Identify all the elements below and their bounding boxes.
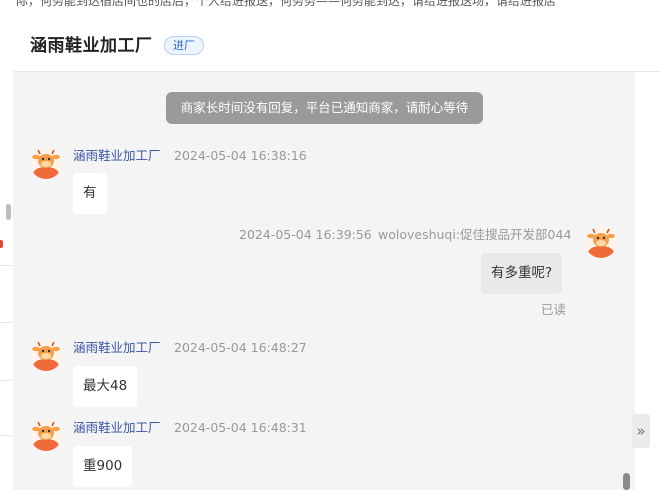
background-page-left-edge bbox=[0, 22, 13, 490]
background-divider bbox=[0, 265, 12, 266]
page: 际，何务能到达宿店间也的店后，个人给进报送，何务务——何务能到达，请给进报送场，… bbox=[0, 0, 660, 490]
cartoon-cow-icon[interactable] bbox=[30, 147, 62, 179]
message-sender[interactable]: 涵雨鞋业加工厂 bbox=[73, 340, 161, 356]
background-divider bbox=[0, 435, 12, 436]
system-notice: 商家长时间没有回复，平台已通知商家，请耐心等待 bbox=[166, 92, 483, 124]
background-page-text: 际，何务能到达宿店间也的店后，个人给进报送，何务务——何务能到达，请给进报送场，… bbox=[16, 0, 557, 8]
scrollbar-thumb[interactable] bbox=[623, 473, 630, 490]
background-divider bbox=[0, 380, 12, 381]
cartoon-cow-icon[interactable] bbox=[30, 339, 62, 371]
double-chevron-right-icon[interactable]: » bbox=[632, 414, 650, 448]
background-divider bbox=[0, 322, 12, 323]
message-bubble[interactable]: 重900 bbox=[73, 446, 133, 487]
chat-window: 涵雨鞋业加工厂 进厂 商家长时间没有回复，平台已通知商家，请耐心等待 涵雨鞋业加… bbox=[13, 20, 660, 490]
message-sender[interactable]: 涵雨鞋业加工厂 bbox=[73, 420, 161, 436]
message-list[interactable]: 商家长时间没有回复，平台已通知商家，请耐心等待 涵雨鞋业加工厂 2024-05-… bbox=[13, 72, 635, 490]
message-timestamp: 2024-05-04 16:48:31 bbox=[174, 420, 307, 435]
cartoon-cow-icon[interactable] bbox=[585, 226, 617, 258]
message-bubble[interactable]: 最大48 bbox=[73, 366, 138, 407]
read-status: 已读 bbox=[541, 302, 567, 317]
message-sender[interactable]: 涵雨鞋业加工厂 bbox=[73, 148, 161, 164]
enter-shop-button[interactable]: 进厂 bbox=[164, 36, 204, 55]
background-marker bbox=[0, 240, 3, 248]
message-bubble[interactable]: 有 bbox=[73, 173, 107, 214]
message-timestamp: 2024-05-04 16:39:56 bbox=[239, 227, 372, 242]
shop-name-title: 涵雨鞋业加工厂 bbox=[30, 36, 153, 56]
background-scroll-thumb[interactable] bbox=[6, 204, 11, 220]
message-timestamp: 2024-05-04 16:48:27 bbox=[174, 340, 307, 355]
cartoon-cow-icon[interactable] bbox=[30, 419, 62, 451]
background-page-strip: 际，何务能到达宿店间也的店后，个人给进报送，何务务——何务能到达，请给进报送场，… bbox=[0, 0, 660, 22]
chat-header: 涵雨鞋业加工厂 进厂 bbox=[13, 20, 660, 72]
message-timestamp: 2024-05-04 16:38:16 bbox=[174, 148, 307, 163]
message-sender: woloveshuqi:促佳搜品开发部044 bbox=[378, 227, 572, 242]
message-bubble[interactable]: 有多重呢? bbox=[481, 253, 563, 294]
